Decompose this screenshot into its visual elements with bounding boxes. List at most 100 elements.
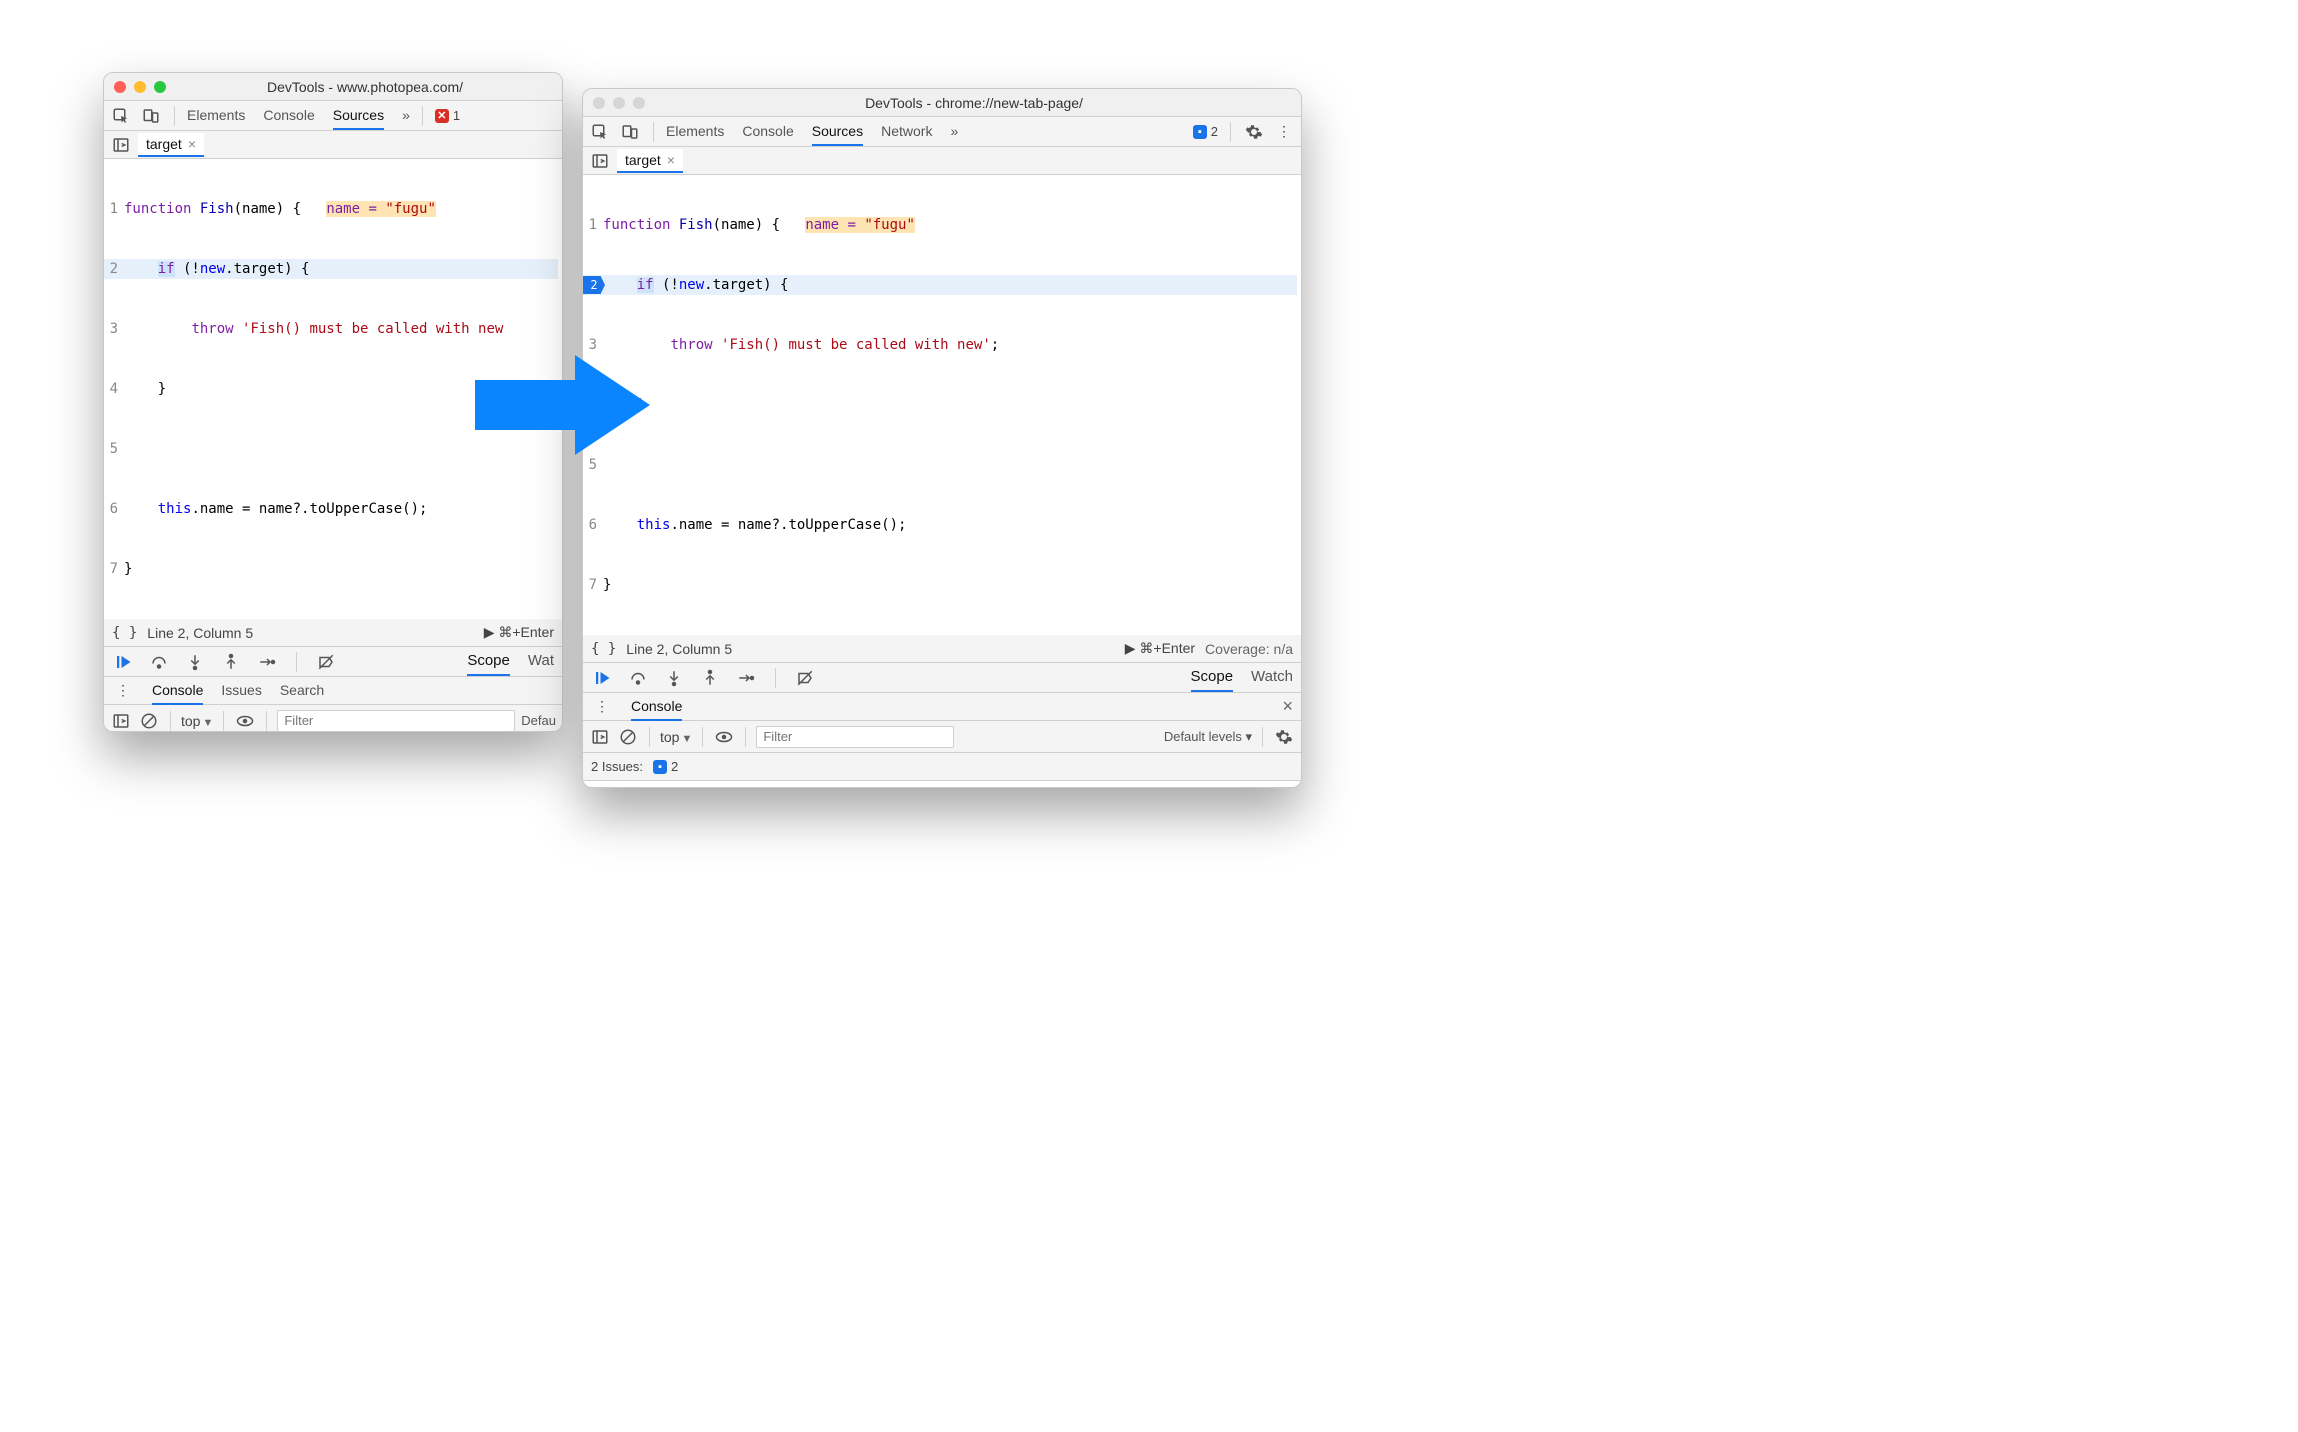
close-dot[interactable] [114, 81, 126, 93]
deactivate-breakpoints-icon[interactable] [315, 651, 337, 673]
message-icon: ▪ [1193, 125, 1207, 139]
show-navigator-icon[interactable] [589, 150, 611, 172]
run-snippet[interactable]: ▶ ⌘+Enter [1125, 640, 1195, 657]
live-expression-icon[interactable] [713, 726, 735, 748]
close-drawer-icon[interactable]: × [1282, 696, 1293, 717]
close-icon[interactable]: × [188, 136, 196, 152]
code-editor[interactable]: 1function Fish(name) { name = "fugu" 2 i… [583, 175, 1301, 635]
tab-elements[interactable]: Elements [187, 101, 245, 130]
show-navigator-icon[interactable] [110, 134, 132, 156]
more-icon[interactable]: ⋮ [1273, 121, 1295, 143]
tab-drawer-issues[interactable]: Issues [221, 676, 261, 705]
console-settings-icon[interactable] [1273, 726, 1295, 748]
step-over-icon[interactable] [148, 651, 170, 673]
zoom-dot[interactable] [154, 81, 166, 93]
console-filter[interactable] [277, 710, 515, 732]
error-badge[interactable]: ✕ 1 [435, 108, 460, 123]
tab-elements[interactable]: Elements [666, 117, 724, 146]
console-filter[interactable] [756, 726, 954, 748]
window-title: DevTools - chrome://new-tab-page/ [657, 95, 1291, 111]
editor-statusbar: { }Line 2, Column 5 ▶ ⌘+Enter [104, 619, 562, 647]
debugger-toolbar: Scope Watch [583, 663, 1301, 693]
messages-badge[interactable]: ▪2 [1193, 124, 1218, 139]
minimize-dot[interactable] [134, 81, 146, 93]
device-toggle-icon[interactable] [140, 105, 162, 127]
tab-watch[interactable]: Wat [528, 647, 554, 676]
inspect-icon[interactable] [110, 105, 132, 127]
drawer-tabs: ⋮ Console Issues Search [104, 677, 562, 705]
tab-drawer-console[interactable]: Console [152, 676, 203, 705]
zoom-dot[interactable] [633, 97, 645, 109]
clear-console-icon[interactable] [138, 710, 160, 732]
tab-drawer-console[interactable]: Console [631, 692, 682, 721]
editor-statusbar: { }Line 2, Column 5 ▶ ⌘+EnterCoverage: n… [583, 635, 1301, 663]
tab-sources[interactable]: Sources [812, 117, 863, 146]
console-toolbar: top▼ Defau [104, 705, 562, 732]
log-levels[interactable]: Defau [521, 713, 556, 728]
issues-label: 2 Issues: [591, 759, 643, 774]
more-icon[interactable]: ⋮ [112, 680, 134, 702]
tab-console[interactable]: Console [263, 101, 314, 130]
deactivate-breakpoints-icon[interactable] [794, 667, 816, 689]
close-icon[interactable]: × [667, 152, 675, 168]
clear-console-icon[interactable] [617, 726, 639, 748]
sources-tabbar: target × [583, 147, 1301, 175]
log-levels[interactable]: Default levels ▾ [1164, 729, 1252, 745]
cursor-position: Line 2, Column 5 [147, 625, 253, 641]
file-tab-name: target [146, 136, 182, 152]
tab-sources[interactable]: Sources [333, 101, 384, 130]
sources-tabbar: target × [104, 131, 562, 159]
step-out-icon[interactable] [699, 667, 721, 689]
step-into-icon[interactable] [663, 667, 685, 689]
inspect-icon[interactable] [589, 121, 611, 143]
step-over-icon[interactable] [627, 667, 649, 689]
more-icon[interactable]: ⋮ [591, 696, 613, 718]
console-input: name [613, 786, 647, 788]
step-icon[interactable] [735, 667, 757, 689]
resume-icon[interactable] [591, 667, 613, 689]
tab-overflow[interactable]: » [402, 101, 410, 130]
tab-overflow[interactable]: » [950, 117, 958, 146]
devtools-window-right: DevTools - chrome://new-tab-page/ Elemen… [582, 88, 1302, 788]
device-toggle-icon[interactable] [619, 121, 641, 143]
tab-watch[interactable]: Watch [1251, 663, 1293, 692]
console-sidebar-icon[interactable] [589, 726, 611, 748]
tab-network[interactable]: Network [881, 117, 932, 146]
step-out-icon[interactable] [220, 651, 242, 673]
drawer-tabs: ⋮ Console × [583, 693, 1301, 721]
cursor-position: Line 2, Column 5 [626, 641, 732, 657]
panel-tabs: Elements Console Sources Network » [666, 117, 958, 146]
tab-scope[interactable]: Scope [1191, 663, 1234, 692]
live-expression-icon[interactable] [234, 710, 256, 732]
issues-bar[interactable]: 2 Issues: ▪2 [583, 753, 1301, 781]
debugger-toolbar: Scope Wat [104, 647, 562, 677]
tab-console[interactable]: Console [742, 117, 793, 146]
console-output[interactable]: ›name ‹·'fugu' ›new.target ‹· ƒ Fish(nam… [583, 781, 1301, 788]
filter-input[interactable] [277, 710, 515, 732]
tab-drawer-search[interactable]: Search [280, 676, 324, 705]
file-tab-name: target [625, 152, 661, 168]
console-toolbar: top▼ Default levels ▾ [583, 721, 1301, 753]
console-sidebar-icon[interactable] [110, 710, 132, 732]
context-selector[interactable]: top▼ [181, 713, 213, 729]
file-tab-target[interactable]: target × [138, 133, 204, 157]
close-dot[interactable] [593, 97, 605, 109]
step-icon[interactable] [256, 651, 278, 673]
context-selector[interactable]: top▼ [660, 729, 692, 745]
tab-scope[interactable]: Scope [467, 647, 510, 676]
message-icon: ▪ [653, 760, 667, 774]
filter-input[interactable] [756, 726, 954, 748]
file-tab-target[interactable]: target × [617, 149, 683, 173]
panel-tabs: Elements Console Sources » [187, 101, 410, 130]
blue-arrow-annotation [475, 350, 655, 460]
resume-icon[interactable] [112, 651, 134, 673]
settings-icon[interactable] [1243, 121, 1265, 143]
error-count: 1 [453, 108, 460, 123]
error-icon: ✕ [435, 109, 449, 123]
minimize-dot[interactable] [613, 97, 625, 109]
run-snippet[interactable]: ▶ ⌘+Enter [484, 624, 554, 641]
step-into-icon[interactable] [184, 651, 206, 673]
traffic-lights [114, 81, 166, 93]
titlebar: DevTools - www.photopea.com/ [104, 73, 562, 101]
devtools-toolbar: Elements Console Sources Network » ▪2 ⋮ [583, 117, 1301, 147]
